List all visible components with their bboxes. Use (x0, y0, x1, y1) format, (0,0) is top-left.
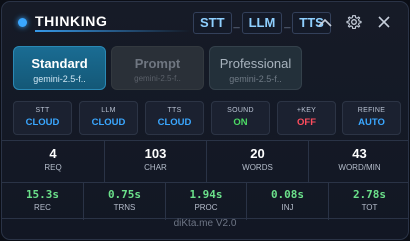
stat-label: REQ (44, 163, 62, 172)
timing-inj: 0.08s INJ (247, 183, 329, 220)
timing-rec: 15.3s REC (2, 183, 84, 220)
mode-button-professional[interactable]: Professional gemini-2.5-f.. (209, 46, 302, 90)
toggle-value: CLOUD (157, 117, 192, 128)
timing-trns: 0.75s TRNS (84, 183, 166, 220)
pipeline-separator: _ (284, 17, 291, 29)
timing-label: INJ (281, 203, 294, 212)
toggle-value: ON (233, 117, 248, 128)
stat-word-per-min: 43 WORD/MIN (309, 141, 408, 183)
mode-name: Standard (31, 56, 88, 71)
stat-value: 4 (49, 146, 57, 161)
chevron-up-icon[interactable] (315, 12, 335, 32)
toggle-value: CLOUD (91, 117, 126, 128)
mode-model: gemini-2.5-f.. (33, 74, 86, 84)
toggle-value: CLOUD (25, 117, 60, 128)
stat-value: 43 (352, 146, 367, 161)
toggle-value: OFF (297, 117, 316, 128)
toggle-label: STT (35, 107, 50, 114)
toggle-key[interactable]: +KEY OFF (277, 101, 336, 135)
stat-label: WORD/MIN (338, 163, 381, 172)
mode-name: Professional (219, 56, 292, 71)
timing-value: 0.75s (107, 188, 142, 201)
timings-row: 15.3s REC 0.75s TRNS 1.94s PROC 0.08s IN… (2, 182, 408, 220)
timing-label: TOT (361, 203, 378, 212)
toggle-label: TTS (167, 107, 182, 114)
header-bar[interactable]: THINKING STT _ LLM _ TTS (2, 2, 408, 40)
stat-req: 4 REQ (2, 141, 105, 183)
toggle-refine[interactable]: REFINE AUTO (342, 101, 401, 135)
stat-words: 20 WORDS (207, 141, 309, 183)
toggle-sound[interactable]: SOUND ON (211, 101, 270, 135)
mode-model: gemini-2.5-f.. (229, 74, 282, 84)
toggle-label: LLM (101, 107, 116, 114)
stat-char: 103 CHAR (105, 141, 207, 183)
mode-model: gemini-2.5-f.. (134, 74, 181, 83)
close-icon[interactable] (374, 12, 394, 32)
pipeline-separator: _ (233, 17, 240, 29)
toggle-label: SOUND (227, 107, 254, 114)
timing-tot: 2.78s TOT (329, 183, 408, 220)
timing-value: 15.3s (25, 188, 60, 201)
stat-label: CHAR (144, 163, 167, 172)
status-title: THINKING (35, 13, 108, 29)
mode-button-prompt[interactable]: Prompt gemini-2.5-f.. (111, 46, 204, 90)
timing-label: TRNS (113, 203, 136, 212)
timing-proc: 1.94s PROC (166, 183, 247, 220)
app-panel: THINKING STT _ LLM _ TTS Standard gemini… (1, 1, 409, 240)
toggle-tts[interactable]: TTS CLOUD (145, 101, 204, 135)
status-indicator-dot (18, 18, 27, 27)
stats-row: 4 REQ 103 CHAR 20 WORDS 43 WORD/MIN (2, 140, 408, 183)
pipeline-llm: LLM (241, 12, 283, 34)
timing-label: REC (34, 203, 51, 212)
mode-button-standard[interactable]: Standard gemini-2.5-f.. (13, 46, 106, 90)
pipeline-stt: STT (193, 12, 232, 34)
stat-label: WORDS (242, 163, 273, 172)
title-underline (35, 30, 190, 32)
gear-icon[interactable] (344, 12, 364, 32)
stat-value: 20 (250, 146, 265, 161)
timing-value: 0.08s (270, 188, 305, 201)
toggle-label: +KEY (296, 107, 317, 114)
timing-value: 1.94s (189, 188, 223, 201)
toggle-llm[interactable]: LLM CLOUD (79, 101, 138, 135)
mode-name: Prompt (134, 56, 181, 71)
pipeline-indicator: STT _ LLM _ TTS (193, 12, 331, 34)
toggle-label: REFINE (357, 107, 386, 114)
app-version-footer: diKta.me V2.0 (173, 218, 237, 229)
timing-label: PROC (194, 203, 218, 212)
timing-value: 2.78s (352, 188, 387, 201)
toggle-stt[interactable]: STT CLOUD (13, 101, 72, 135)
toggle-value: AUTO (358, 117, 385, 128)
stat-value: 103 (144, 146, 167, 161)
